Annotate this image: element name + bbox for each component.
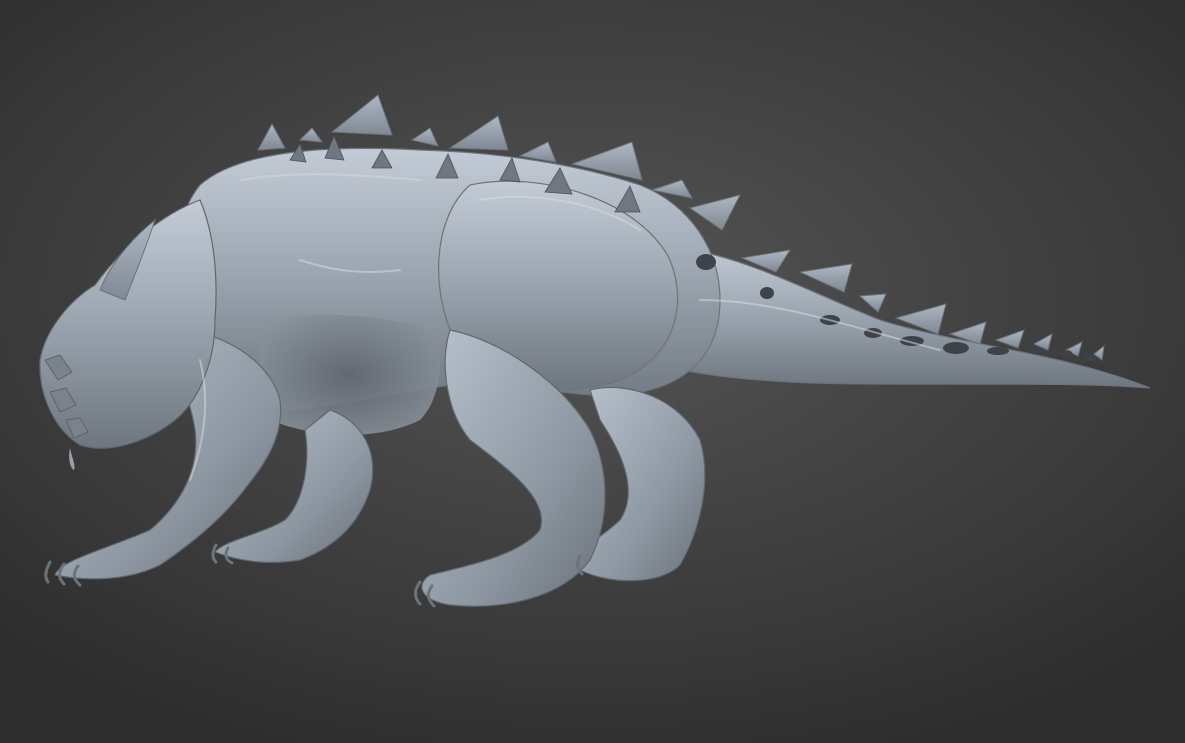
head (39, 199, 217, 449)
belly (258, 314, 440, 435)
3d-viewport[interactable] (0, 0, 1185, 743)
jaw-drip (69, 448, 75, 470)
creature-sculpt-icon[interactable] (0, 0, 1185, 743)
